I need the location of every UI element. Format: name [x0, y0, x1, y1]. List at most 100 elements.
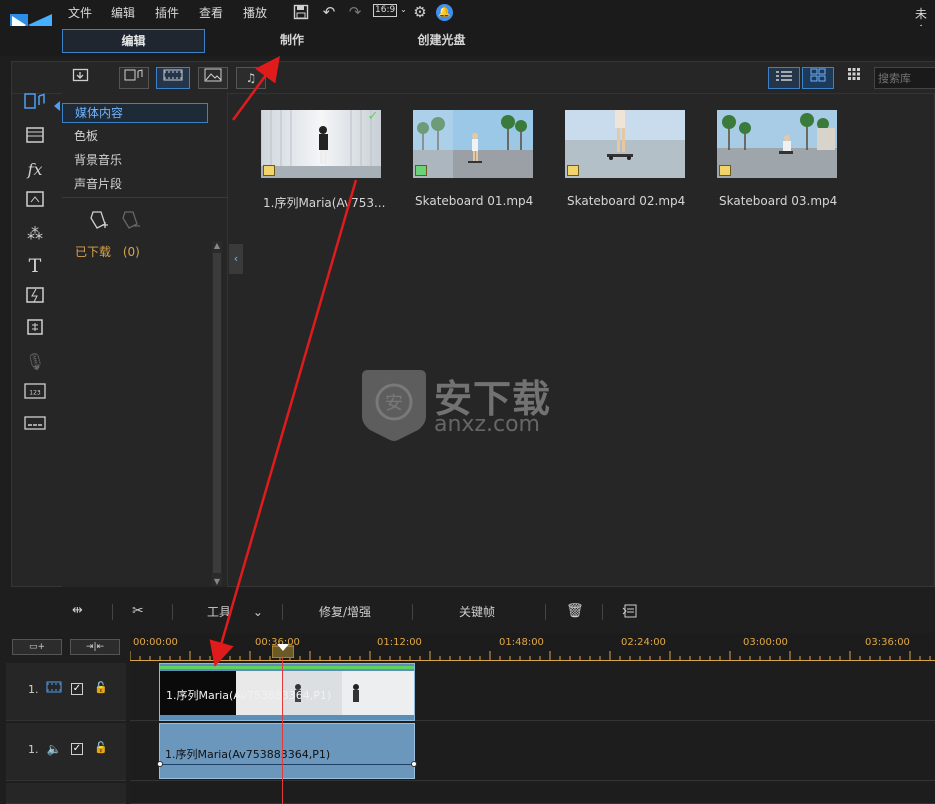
track-enable-checkbox[interactable]: ✓ [71, 743, 83, 755]
transition-room-icon[interactable] [22, 286, 48, 310]
category-divider [62, 197, 228, 198]
ruler-time-label: 03:36:00 [865, 637, 910, 648]
volume-keyframe-handle[interactable] [157, 761, 163, 767]
video-clip-badge-icon [263, 165, 275, 176]
particle-room-icon[interactable]: ⁂ [22, 222, 48, 246]
media-item-1[interactable]: ✓ 1.序列Maria(Av753... [261, 110, 401, 220]
ruler-time-label: 00:00:00 [133, 637, 178, 648]
tab-produce[interactable]: 制作 [222, 29, 362, 53]
media-item-3[interactable]: Skateboard 02.mp4 [565, 110, 705, 220]
active-room-pointer [54, 101, 60, 111]
track-number: 1. [28, 743, 39, 756]
add-to-timeline-icon[interactable] [622, 603, 638, 622]
in-use-check-icon: ✓ [367, 110, 379, 124]
template-room-icon[interactable] [22, 126, 48, 150]
import-media-icon[interactable] [69, 67, 93, 89]
video-track-header: 1. ✓ 🔓 [6, 663, 126, 721]
undo-icon[interactable]: ↶ [318, 2, 340, 22]
grid-size-icon[interactable] [842, 67, 866, 89]
subtitle-room-icon[interactable] [22, 414, 48, 438]
save-icon[interactable] [290, 2, 312, 22]
media-thumbnail[interactable] [717, 110, 837, 178]
category-media-content[interactable]: 媒体内容 [62, 103, 208, 123]
media-thumbnail[interactable] [413, 110, 533, 178]
media-item-4[interactable]: Skateboard 03.mp4 [717, 110, 857, 220]
track-lock-icon[interactable]: 🔓 [94, 741, 108, 755]
filter-video-button[interactable] [156, 67, 190, 89]
timeline-ruler[interactable]: 00:00:00 00:36:00 01:12:00 01:48:00 02:2… [130, 633, 935, 661]
timeline-header: ▭+ ⇥|⇤ [8, 637, 124, 659]
media-item-label: Skateboard 03.mp4 [719, 194, 838, 208]
tab-edit[interactable]: 编辑 [62, 29, 205, 53]
media-item-label: Skateboard 01.mp4 [415, 194, 534, 208]
fit-project-icon[interactable]: ⇥|⇤ [70, 639, 120, 655]
media-thumbnail[interactable]: ✓ [261, 110, 381, 178]
watermark-logo: 安 安下载 anxz.com [358, 366, 588, 446]
scroll-up-icon[interactable]: ▲ [212, 241, 222, 250]
video-clip-label: 1.序列Maria(Av753883364,P1) [166, 689, 332, 702]
audio-clip[interactable]: 1.序列Maria(Av753883364,P1) [157, 723, 417, 779]
category-scrollbar[interactable]: ▲ ▼ [212, 241, 222, 586]
ruler-time-label: 01:48:00 [499, 637, 544, 648]
settings-gear-icon[interactable]: ⚙ [409, 2, 431, 22]
volume-keyframe-handle[interactable] [411, 761, 417, 767]
media-thumbnail[interactable] [565, 110, 685, 178]
grid-view-button[interactable] [802, 67, 834, 89]
fx-room-icon[interactable]: fx [22, 158, 48, 182]
menu-file[interactable]: 文件 [68, 4, 92, 21]
category-background-music[interactable]: 背景音乐 [62, 151, 208, 171]
redo-icon[interactable]: ↷ [344, 2, 366, 22]
track-number: 1. [28, 683, 39, 696]
chapter-room-icon[interactable]: 123 [22, 382, 48, 406]
remove-tag-icon[interactable] [118, 209, 142, 233]
video-clip[interactable]: 1.序列Maria(Av753883364,P1) [159, 663, 415, 721]
title-room-icon[interactable]: T [22, 254, 48, 278]
collapse-panel-chevron-left-icon[interactable]: ‹ [229, 244, 243, 274]
category-color-board[interactable]: 色板 [62, 127, 208, 147]
microphone-icon[interactable]: 🎙 [22, 350, 48, 374]
filter-audio-button[interactable]: ♫ [236, 67, 266, 89]
filter-video-audio-button[interactable] [119, 67, 149, 89]
volume-line[interactable] [160, 764, 416, 765]
empty-track-lane [130, 783, 935, 804]
audio-mixing-room-icon[interactable] [22, 318, 48, 342]
repair-enhance-button[interactable]: 修复/增强 [319, 603, 371, 620]
playhead-line[interactable] [282, 645, 283, 804]
timeline-toolbar: ⇹ ✂ 工具 ⌄ 修复/增强 关键帧 🗑 [0, 596, 935, 628]
pip-room-icon[interactable] [22, 190, 48, 214]
audio-track-header: 1. 🔈 ✓ 🔓 [6, 723, 126, 781]
delete-trash-icon[interactable]: 🗑 [566, 603, 584, 619]
tools-dropdown[interactable]: 工具 ⌄ [207, 603, 263, 620]
toolbar-separator [545, 604, 546, 620]
menu-bar: 文件 编辑 插件 查看 播放 ↶ ↷ 16:9 ⌄ ⚙ 🔔 未命 [0, 0, 935, 38]
tools-label: 工具 [207, 605, 232, 619]
downloaded-category[interactable]: 已下载 (0) [75, 243, 140, 260]
category-sound-clips[interactable]: 声音片段 [62, 175, 208, 195]
library-search-input[interactable] [874, 67, 935, 89]
scroll-down-icon[interactable]: ▼ [212, 577, 222, 586]
track-lock-icon[interactable]: 🔓 [94, 681, 108, 695]
video-clip-badge-icon [719, 165, 731, 176]
menu-play[interactable]: 播放 [243, 4, 267, 21]
filter-image-button[interactable] [198, 67, 228, 89]
menu-view[interactable]: 查看 [199, 4, 223, 21]
list-view-button[interactable] [768, 67, 800, 89]
media-item-2[interactable]: Skateboard 01.mp4 [413, 110, 553, 220]
ruler-time-label: 02:24:00 [621, 637, 666, 648]
track-enable-checkbox[interactable]: ✓ [71, 683, 83, 695]
add-tag-icon[interactable] [86, 209, 110, 233]
chevron-down-icon: ⌄ [252, 605, 263, 619]
track-manager-icon[interactable]: ▭+ [12, 639, 62, 655]
menu-edit[interactable]: 编辑 [111, 4, 135, 21]
media-room-icon[interactable] [22, 92, 48, 116]
split-scissors-icon[interactable]: ✂ [132, 603, 144, 619]
tab-create-disc[interactable]: 创建光盘 [370, 29, 513, 53]
scrollbar-thumb[interactable] [213, 253, 221, 573]
menu-plugins[interactable]: 插件 [155, 4, 179, 21]
notification-bell-icon[interactable]: 🔔 [436, 4, 453, 21]
fit-timeline-icon[interactable]: ⇹ [72, 603, 83, 618]
keyframe-button[interactable]: 关键帧 [459, 603, 495, 620]
playhead-handle[interactable] [272, 644, 294, 658]
toolbar-separator [282, 604, 283, 620]
aspect-ratio-dropdown[interactable]: 16:9 ⌄ [373, 4, 407, 20]
